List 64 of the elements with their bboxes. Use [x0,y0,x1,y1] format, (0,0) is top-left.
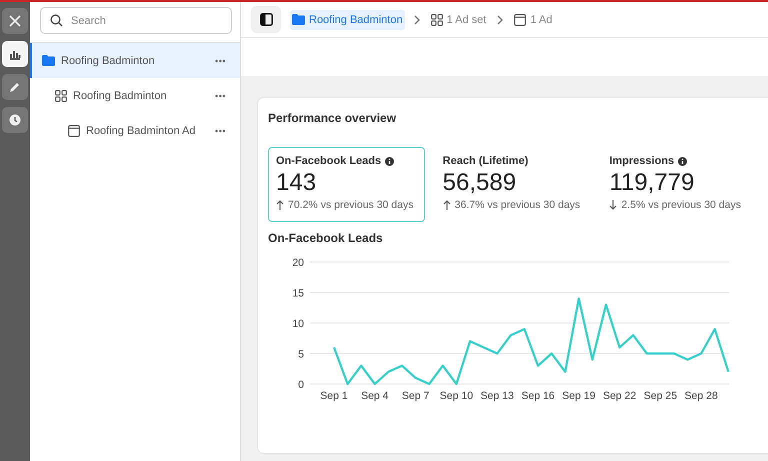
metric-label: Reach (Lifetime) [442,155,528,167]
search-field[interactable]: Search [40,7,232,34]
metric-value: 143 [276,169,318,197]
metric-label: On-Facebook Leads [276,155,382,167]
sidebar-toggle-icon [260,13,272,26]
breadcrumb[interactable]: 1 Ad [512,10,554,30]
chevron-right-icon [414,14,420,24]
y-tick-label: 0 [298,379,304,391]
metric-value: 56,589 [442,169,518,197]
pencil-button[interactable] [2,74,28,100]
x-tick-label: Sep 28 [684,390,718,402]
card-title: Performance overview [268,111,398,125]
more-options-icon[interactable]: ••• [215,126,226,136]
metric-tile[interactable]: Reach (Lifetime) 56,589 36.7% vs previous 30 days [434,147,592,222]
y-tick-label: 10 [292,318,304,330]
x-tick-label: Sep 1 [320,390,348,402]
close-button[interactable] [2,8,28,34]
y-tick-label: 20 [292,257,304,269]
chart-title: On-Facebook Leads [268,231,384,245]
breadcrumb[interactable]: 1 Ad set [428,10,488,30]
folder-icon [292,14,305,25]
tree-label: Roofing Badminton [61,54,156,66]
metric-label: Impressions [609,155,674,167]
clock-button[interactable] [2,107,28,133]
grid-icon [55,90,67,102]
grid-icon [430,14,443,26]
y-tick-label: 5 [298,348,304,360]
window-icon [514,14,526,26]
clock-icon [9,114,21,126]
x-tick-label: Sep 4 [361,390,389,402]
tree-item[interactable]: Roofing Badminton ••• [30,43,240,78]
bar-chart-icon [9,48,21,60]
y-tick-label: 15 [292,288,304,300]
x-tick-label: Sep 25 [644,390,678,402]
metric-change: 2.5% vs previous 30 days [621,199,741,211]
x-tick-label: Sep 16 [521,390,555,402]
chart-button[interactable] [2,41,28,67]
x-tick-label: Sep 7 [402,390,430,402]
breadcrumb[interactable]: Roofing Badminton [290,10,405,30]
chevron-right-icon [497,14,504,24]
metric-value: 119,779 [609,169,696,197]
pencil-icon [9,81,21,93]
folder-icon [42,55,55,66]
metric-tile[interactable]: Impressions 119,779 2.5% vs previous 30 days [601,147,758,222]
x-tick-label: Sep 13 [480,390,514,402]
more-options-icon[interactable]: ••• [215,56,226,66]
panel-toggle-button[interactable] [251,6,281,33]
x-tick-label: Sep 19 [562,390,596,402]
tree-label: Roofing Badminton [73,90,168,102]
window-icon [68,124,80,136]
metric-tile[interactable]: On-Facebook Leads 143 70.2% vs previous 30 days [268,147,425,222]
arrow-up-icon [276,200,284,210]
more-options-icon[interactable]: ••• [215,90,226,100]
metric-change: 70.2% vs previous 30 days [288,199,414,211]
arrow-up-icon [442,200,451,210]
tree-item[interactable]: Roofing Badminton ••• [30,78,240,113]
tree-label: Roofing Badminton Ad [86,124,196,136]
metric-change: 36.7% vs previous 30 days [454,199,580,211]
close-icon [9,15,21,27]
x-tick-label: Sep 22 [602,390,636,402]
x-tick-label: Sep 10 [440,390,474,402]
search-icon [50,14,63,27]
arrow-down-icon [609,200,618,210]
tree-item[interactable]: Roofing Badminton Ad ••• [30,113,240,148]
